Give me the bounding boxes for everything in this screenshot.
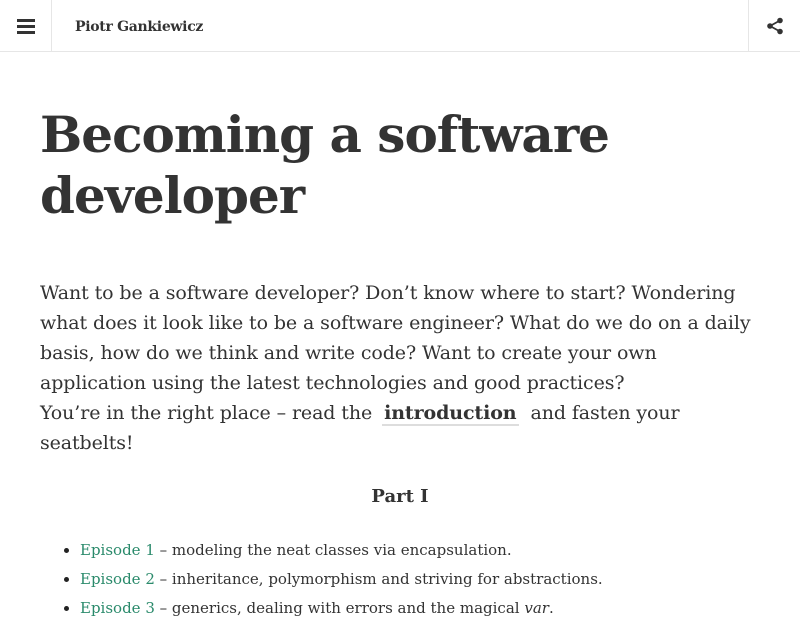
episode-1-link[interactable]: Episode 1 — [80, 541, 155, 559]
page-title: Becoming a software developer — [40, 105, 610, 225]
top-bar: Piotr Gankiewicz — [0, 0, 800, 52]
intro-section: Want to be a software developer? Don’t k… — [40, 278, 760, 458]
menu-button[interactable] — [0, 0, 52, 52]
list-item: Episode 3 – generics, dealing with error… — [80, 594, 760, 623]
introduction-link[interactable]: introduction — [382, 402, 519, 426]
intro-paragraph: Want to be a software developer? Don’t k… — [40, 282, 751, 394]
share-icon — [766, 17, 783, 35]
hamburger-menu-icon — [16, 19, 35, 34]
episode-description: – generics, dealing with errors and the … — [154, 599, 525, 617]
episode-description: – inheritance, polymorphism and striving… — [154, 570, 603, 588]
cta-text-before: You’re in the right place – read the — [40, 402, 373, 424]
share-button[interactable] — [748, 0, 800, 52]
episode-2-link[interactable]: Episode 2 — [80, 570, 155, 588]
list-item: Episode 1 – modeling the neat classes vi… — [80, 536, 760, 565]
site-title[interactable]: Piotr Gankiewicz — [75, 0, 203, 52]
intro-cta: You’re in the right place – read the int… — [40, 398, 760, 458]
episode-list: Episode 1 – modeling the neat classes vi… — [40, 536, 760, 623]
episode-description-emphasis: var — [524, 599, 549, 617]
episode-description: – modeling the neat classes via encapsul… — [154, 541, 512, 559]
episode-description-end: . — [548, 599, 554, 617]
part-heading: Part I — [371, 486, 429, 507]
article-content: Becoming a software developer Want to be… — [40, 52, 760, 623]
list-item: Episode 2 – inheritance, polymorphism an… — [80, 565, 760, 594]
episode-3-link[interactable]: Episode 3 — [80, 599, 155, 617]
